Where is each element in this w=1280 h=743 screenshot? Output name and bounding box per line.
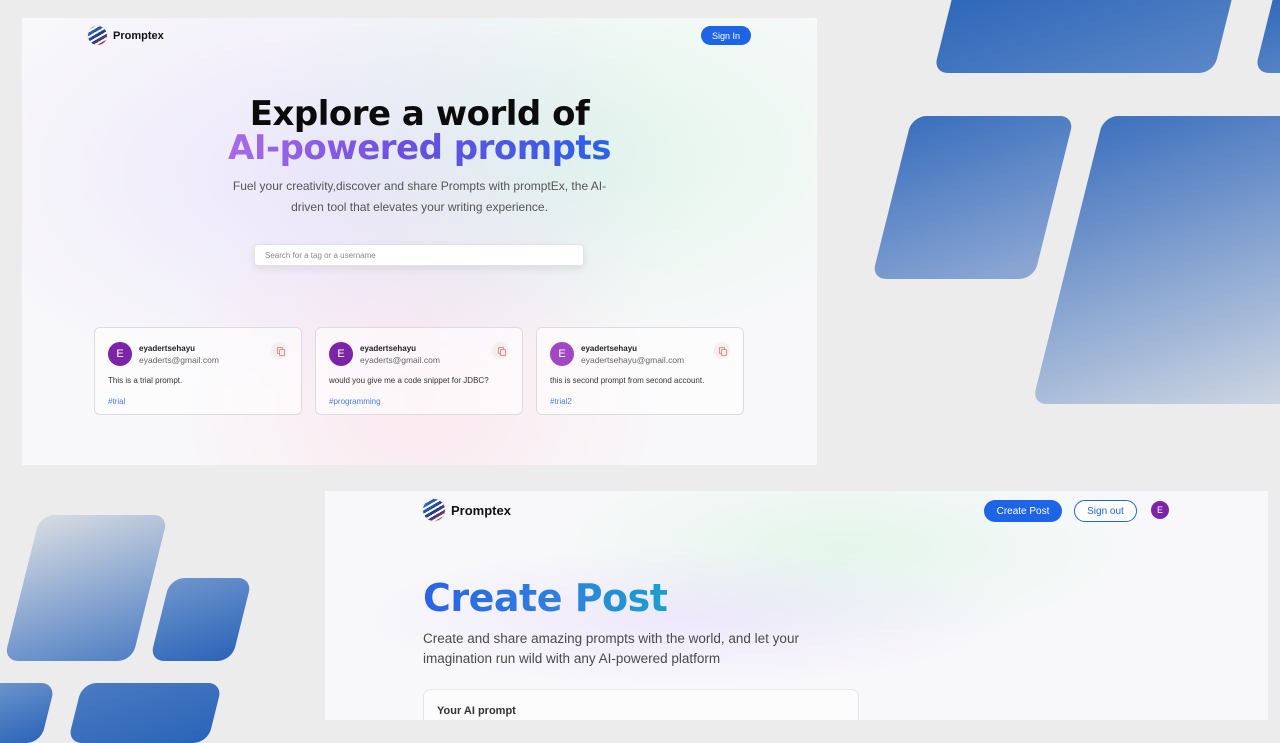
create-post-button[interactable]: Create Post [984, 500, 1062, 522]
card-prompt-text: This is a trial prompt. [108, 376, 183, 385]
logo-icon [88, 26, 107, 45]
hero-subtitle: Fuel your creativity,discover and share … [232, 179, 607, 214]
avatar[interactable]: E [1151, 501, 1169, 519]
decor-shape [1254, 0, 1280, 73]
card-tag[interactable]: #trial [108, 397, 125, 406]
page-title: Create Post [423, 576, 668, 620]
avatar[interactable]: E [550, 342, 574, 366]
avatar[interactable]: E [108, 342, 132, 366]
card-email: eyadertsehayu@gmail.com [581, 355, 685, 365]
card-email: eyaderts@gmail.com [360, 355, 440, 365]
brand-name: Promptex [451, 502, 511, 518]
prompt-card[interactable]: E eyadertsehayu eyaderts@gmail.com would… [315, 327, 523, 415]
prompt-form: Your AI prompt [423, 689, 859, 720]
headline-gradient-text: AI-powered prompts [228, 128, 611, 168]
copy-icon[interactable] [272, 343, 287, 358]
decor-shape [3, 515, 169, 661]
card-prompt-text: would you give me a code snippet for JDB… [329, 376, 489, 385]
decor-shape [933, 0, 1237, 73]
page-subtitle: Create and share amazing prompts with th… [423, 631, 799, 666]
avatar[interactable]: E [329, 342, 353, 366]
prompt-card[interactable]: E eyadertsehayu eyaderts@gmail.com This … [94, 327, 302, 415]
card-username: eyadertsehayu [139, 344, 196, 353]
logo-icon [423, 499, 445, 521]
decor-shape [871, 116, 1075, 279]
prompt-card[interactable]: E eyadertsehayu eyadertsehayu@gmail.com … [536, 327, 744, 415]
card-username: eyadertsehayu [360, 344, 417, 353]
decor-shape [67, 683, 223, 743]
prompt-field-label: Your AI prompt [437, 705, 516, 717]
brand-logo[interactable]: Promptex [88, 26, 164, 45]
decor-shape [149, 578, 253, 661]
card-tag[interactable]: #trial2 [550, 397, 572, 406]
decor-shape [0, 683, 56, 743]
sign-in-button[interactable]: Sign In [701, 26, 751, 45]
search-input[interactable] [254, 244, 584, 266]
sign-out-button[interactable]: Sign out [1074, 500, 1137, 522]
signin-page-screenshot: Promptex Sign In Explore a world of AI-p… [22, 18, 817, 465]
copy-icon[interactable] [493, 343, 508, 358]
card-email: eyaderts@gmail.com [139, 355, 219, 365]
create-post-screenshot: Promptex Create Post Sign out E Create P… [325, 491, 1268, 720]
card-prompt-text: this is second prompt from second accoun… [550, 376, 705, 385]
headline-highlight: AI-powered prompts [22, 128, 817, 168]
copy-icon[interactable] [714, 343, 729, 358]
brand-name: Promptex [113, 29, 164, 42]
brand-logo[interactable]: Promptex [423, 499, 511, 521]
card-tag[interactable]: #programming [329, 397, 381, 406]
decor-shape [1032, 116, 1280, 404]
card-username: eyadertsehayu [581, 344, 638, 353]
